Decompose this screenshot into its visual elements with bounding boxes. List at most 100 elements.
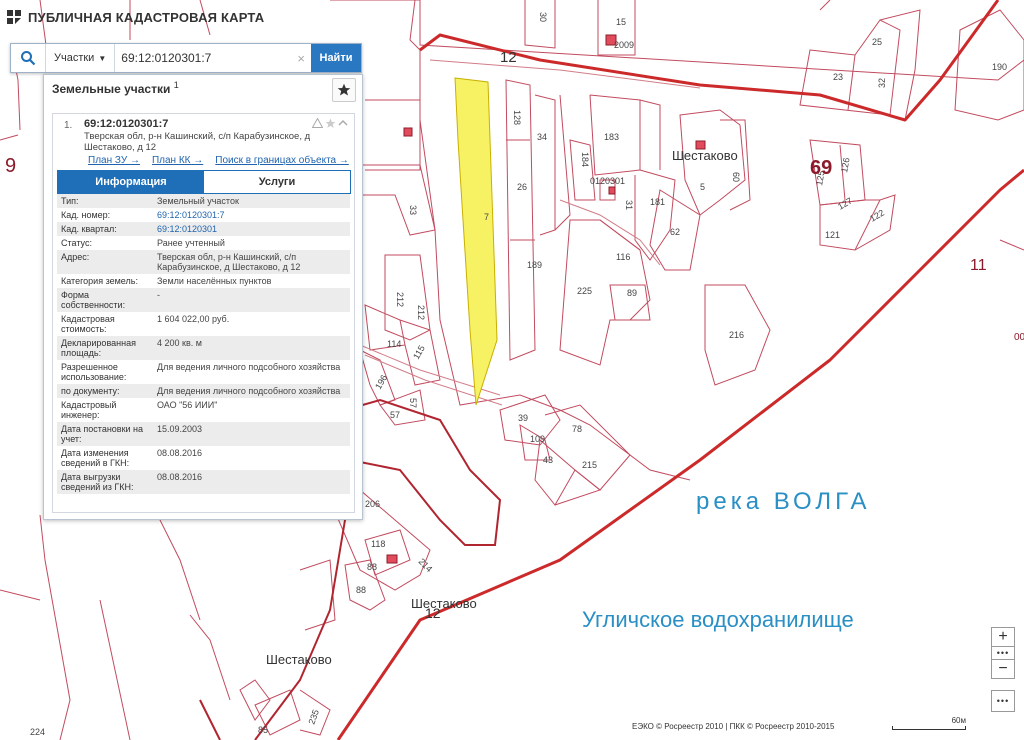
tab-information[interactable]: Информация xyxy=(58,171,204,193)
search-icon[interactable] xyxy=(11,44,46,72)
parcel-number-label: 62 xyxy=(670,227,680,237)
parcel-number-label: 89 xyxy=(627,288,637,298)
parcel-number-label: 88 xyxy=(356,585,366,595)
parcel-number-label: 39 xyxy=(518,413,528,423)
attribute-key: Дата выгрузки сведений из ГКН: xyxy=(61,472,134,492)
app-title: ПУБЛИЧНАЯ КАДАСТРОВАЯ КАРТА xyxy=(28,9,265,25)
zoom-more-button[interactable]: ••• xyxy=(991,646,1015,660)
clear-icon[interactable]: × xyxy=(291,51,311,66)
parcel-number-label: 57 xyxy=(408,398,418,408)
parcel-number-label: 26 xyxy=(517,182,527,192)
block-number-69: 69 xyxy=(810,157,832,179)
scale-bar: 60м xyxy=(892,716,966,732)
chevron-down-icon: ▼ xyxy=(98,53,107,63)
parcel-number-label: 31 xyxy=(624,200,634,210)
attribute-value: Для ведения личного подсобного хозяйства xyxy=(157,362,341,372)
parcel-number-label: 184 xyxy=(580,152,590,167)
village-label-center: Шестаково xyxy=(411,596,477,611)
attribute-value: Земли населённых пунктов xyxy=(157,276,272,286)
app-header: ПУБЛИЧНАЯ КАДАСТРОВАЯ КАРТА xyxy=(6,9,264,25)
attribute-value: Земельный участок xyxy=(157,196,239,206)
result-count: 1 xyxy=(173,80,179,90)
selected-parcel[interactable] xyxy=(454,77,498,406)
attribute-key: Категория земель: xyxy=(61,276,138,286)
attribute-key: Кад. квартал: xyxy=(61,224,117,234)
attribute-key: Тип: xyxy=(61,196,79,206)
tab-services[interactable]: Услуги xyxy=(204,171,350,193)
chevron-up-icon[interactable] xyxy=(338,118,348,128)
attribute-value[interactable]: 69:12:0120301:7 xyxy=(153,208,350,222)
parcel-number-label: 215 xyxy=(582,460,597,470)
app-logo-icon xyxy=(7,10,21,24)
attribute-row: Кадастровый инженер: ОАО "56 ИИИ" xyxy=(57,398,350,422)
parcel-number-label: 212 xyxy=(416,305,426,320)
parcel-number-label: 0120301 xyxy=(590,176,625,186)
search-type-select[interactable]: Участки ▼ xyxy=(46,44,116,72)
parcel-number-label: 212 xyxy=(395,292,405,307)
buildings xyxy=(386,34,706,564)
attribute-row: Дата изменения сведений в ГКН: 08.08.2016 xyxy=(57,446,350,470)
attribute-row: Форма собственности: - xyxy=(57,288,350,312)
zoom-out-button[interactable]: − xyxy=(991,659,1015,679)
parcel-number-label: 128 xyxy=(512,110,522,125)
attribute-key: Статус: xyxy=(61,238,92,248)
parcel-number-label: 127 xyxy=(836,196,854,212)
parcel-number-label: 235 xyxy=(306,708,321,726)
parcel-number-label: 181 xyxy=(650,197,665,207)
attribute-value[interactable]: 69:12:0120301 xyxy=(153,222,350,236)
parcel-number-label: 196 xyxy=(373,373,389,391)
link-plan-kk[interactable]: План КК → xyxy=(152,155,203,166)
attribute-value: 08.08.2016 xyxy=(157,448,203,458)
result-links: План ЗУ → План КК → Поиск в границах объ… xyxy=(88,155,349,166)
attribute-row: Статус: Ранее учтенный xyxy=(57,236,350,250)
parcel-number-label: 118 xyxy=(371,539,385,549)
parcel-number-label: 225 xyxy=(577,286,592,296)
link-search-in-bounds[interactable]: Поиск в границах объекта → xyxy=(215,155,349,166)
star-outline-icon[interactable] xyxy=(325,118,336,129)
parcel-number-label: 109 xyxy=(530,434,545,444)
edge-label: 00 xyxy=(1014,332,1024,343)
search-input[interactable] xyxy=(115,46,292,70)
panel-title: Земельные участки 1 xyxy=(52,80,179,96)
results-panel: Земельные участки 1 1. 69:12:0120301:7 Т… xyxy=(43,74,363,520)
attribute-value: 4 200 кв. м xyxy=(157,338,202,348)
attribute-value: 1 604 022,00 руб. xyxy=(157,314,230,324)
parcel-number-label: 189 xyxy=(527,260,542,270)
parcel-number-label: 5 xyxy=(700,182,705,192)
parcel-number-label: 33 xyxy=(408,205,418,215)
scale-label: 60м xyxy=(951,716,966,725)
zoom-in-button[interactable]: + xyxy=(991,627,1015,647)
result-address: Тверская обл, р-н Кашинский, с/п Карабуз… xyxy=(84,131,311,153)
attribute-row: Категория земель: Земли населённых пункто… xyxy=(57,274,350,288)
attribute-row: Кад. квартал: 69:12:0120301 xyxy=(57,222,350,236)
search-submit-button[interactable]: Найти xyxy=(311,44,361,72)
more-tools-button[interactable]: ••• xyxy=(991,690,1015,712)
attribute-row: Разрешенное использование: Для ведения ли… xyxy=(57,360,350,384)
attribute-key: по документу: xyxy=(61,386,120,396)
attribute-row: Дата постановки на учет: 15.09.2003 xyxy=(57,422,350,446)
parcel-number-label: 116 xyxy=(616,252,630,262)
search-bar: Участки ▼ × Найти xyxy=(10,43,362,73)
favorite-button[interactable] xyxy=(332,78,356,102)
scale-line xyxy=(892,726,966,730)
attribute-value: - xyxy=(157,290,160,300)
attribute-table: Тип: Земельный участок Кад. номер: 69:12:01… xyxy=(57,194,350,494)
attribute-value: 15.09.2003 xyxy=(157,424,203,434)
attribute-row: Кад. номер: 69:12:0120301:7 xyxy=(57,208,350,222)
attribute-row: Декларированная площадь: 4 200 кв. м xyxy=(57,336,350,360)
attribute-value: Ранее учтенный xyxy=(157,238,225,248)
attribution: ЕЭКО © Росреестр 2010 | ПКК © Росреестр … xyxy=(632,722,835,731)
parcel-number-label: 121 xyxy=(825,230,840,240)
result-card: 1. 69:12:0120301:7 Тверская обл, р-н Каш… xyxy=(52,113,355,513)
result-cadastral-id[interactable]: 69:12:0120301:7 xyxy=(84,118,168,130)
attribute-row: Кадастровая стоимость: 1 604 022,00 руб. xyxy=(57,312,350,336)
parcel-number-label: 216 xyxy=(729,330,744,340)
parcel-number-label: 2009 xyxy=(614,40,634,50)
warning-icon[interactable] xyxy=(312,118,323,128)
link-plan-zu[interactable]: План ЗУ → xyxy=(88,155,140,166)
river-label: река ВОЛГА xyxy=(696,488,871,515)
parcel-number-label: 23 xyxy=(833,72,843,82)
parcel-number-label: 30 xyxy=(538,12,548,22)
attribute-key: Декларированная площадь: xyxy=(61,338,136,358)
attribute-key: Дата постановки на учет: xyxy=(61,424,144,444)
